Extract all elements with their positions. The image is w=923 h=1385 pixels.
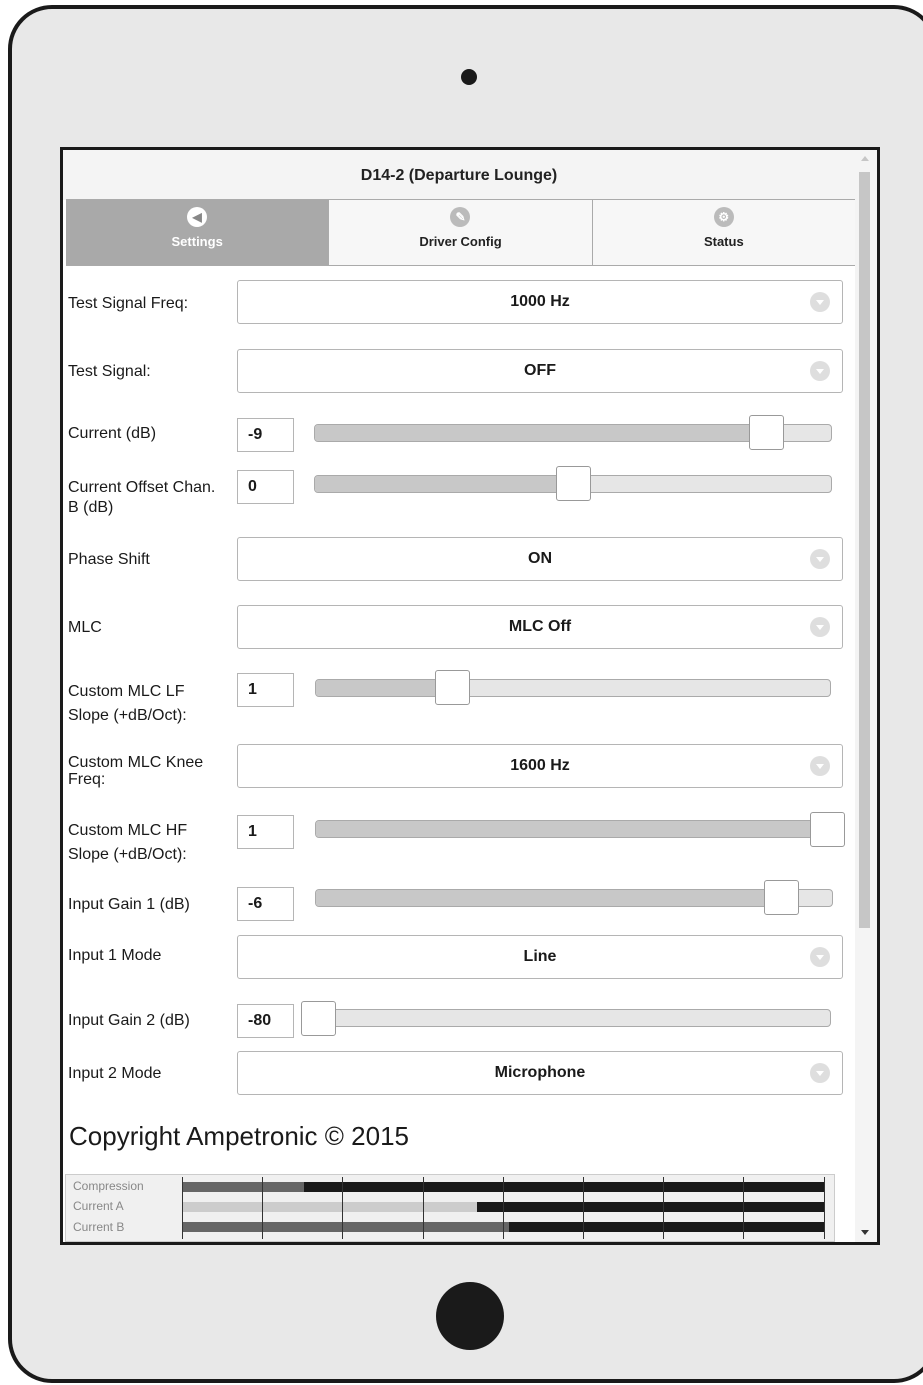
tab-bar: ◀ Settings ✎ Driver Config ⚙ Status — [66, 199, 855, 266]
test-signal-freq-select[interactable]: 1000 Hz — [237, 280, 843, 324]
meter-tick — [583, 1177, 584, 1239]
mlc-value: MLC Off — [508, 618, 572, 635]
chevron-down-icon — [810, 361, 830, 381]
custom-mlc-hf-slider-fill — [316, 821, 812, 837]
mlc-select[interactable]: MLC Off — [237, 605, 843, 649]
tab-status-label: Status — [703, 234, 744, 249]
test-signal-freq-label: Test Signal Freq: — [68, 295, 189, 312]
custom-mlc-lf-label: Custom MLC LF Slope (+dB/Oct): — [68, 683, 187, 724]
scroll-down-icon[interactable] — [861, 1230, 869, 1235]
current-slider-handle[interactable] — [748, 415, 784, 450]
meter-tick — [182, 1177, 183, 1239]
input-1-mode-label: Input 1 Mode — [68, 947, 162, 964]
meter-tick — [502, 1177, 504, 1239]
meter-tick — [823, 1177, 825, 1239]
chevron-down-icon — [810, 1063, 830, 1083]
tab-status[interactable]: ⚙ Status — [591, 200, 855, 265]
camera-dot — [461, 69, 477, 85]
custom-mlc-knee-label: Custom MLC Knee Freq: — [68, 754, 204, 788]
home-button[interactable] — [436, 1282, 504, 1350]
current-offset-label: Current Offset Chan. B (dB) — [68, 479, 216, 516]
scrollbar-thumb[interactable] — [859, 172, 870, 928]
tab-settings[interactable]: ◀ Settings — [66, 200, 329, 265]
current-offset-slider-fill — [315, 476, 557, 492]
test-signal-freq-value: 1000 Hz — [510, 293, 570, 310]
meter-compression-fill — [182, 1182, 304, 1192]
custom-mlc-hf-label: Custom MLC HF Slope (+dB/Oct): — [68, 822, 188, 863]
copyright-text: Copyright Ampetronic © 2015 — [69, 1121, 410, 1151]
meter-label-current-a: Current A — [73, 1199, 124, 1213]
page-title: D14-2 (Departure Lounge) — [63, 150, 855, 200]
input-gain-1-slider-fill — [316, 890, 766, 906]
custom-mlc-lf-value-box[interactable]: 1 — [237, 673, 294, 707]
current-slider-fill — [315, 425, 750, 441]
current-label: Current (dB) — [68, 425, 157, 442]
input-gain-2-label: Input Gain 2 (dB) — [68, 1012, 190, 1029]
input-1-mode-select[interactable]: Line — [237, 935, 843, 979]
meter-current-b-fill — [182, 1222, 510, 1232]
custom-mlc-hf-slider-handle[interactable] — [810, 812, 846, 847]
input-gain-2-value-box[interactable]: -80 — [237, 1004, 294, 1038]
meter-tick — [663, 1177, 665, 1239]
level-meters: Compression Current A Current B — [65, 1174, 835, 1242]
test-signal-label: Test Signal: — [68, 363, 151, 380]
tab-driver-config[interactable]: ✎ Driver Config — [328, 200, 592, 265]
input-gain-1-value-box[interactable]: -6 — [237, 887, 294, 921]
current-value-box[interactable]: -9 — [237, 418, 294, 452]
tab-driver-config-label: Driver Config — [419, 234, 502, 249]
phase-shift-label: Phase Shift — [68, 551, 150, 568]
custom-mlc-lf-slider[interactable] — [315, 679, 831, 697]
custom-mlc-lf-slider-fill — [316, 680, 437, 696]
current-offset-value-box[interactable]: 0 — [237, 470, 294, 504]
gear-icon: ⚙ — [713, 207, 734, 227]
input-gain-1-slider[interactable] — [315, 889, 833, 907]
custom-mlc-knee-select[interactable]: 1600 Hz — [237, 744, 843, 788]
meter-label-current-b: Current B — [73, 1220, 125, 1234]
phase-shift-value: ON — [528, 550, 552, 567]
current-offset-slider-handle[interactable] — [555, 466, 591, 501]
input-gain-1-label: Input Gain 1 (dB) — [68, 896, 190, 913]
vertical-scrollbar[interactable] — [855, 150, 877, 1242]
pencil-icon: ✎ — [450, 207, 471, 227]
chevron-down-icon — [810, 549, 830, 569]
phase-shift-select[interactable]: ON — [237, 537, 843, 581]
input-1-mode-value: Line — [523, 948, 557, 965]
chevron-down-icon — [810, 617, 830, 637]
meter-tick — [743, 1177, 745, 1239]
speaker-icon: ◀ — [187, 207, 208, 227]
input-2-mode-value: Microphone — [494, 1064, 586, 1081]
custom-mlc-hf-slider[interactable] — [315, 820, 833, 838]
input-2-mode-select[interactable]: Microphone — [237, 1051, 843, 1095]
chevron-down-icon — [810, 947, 830, 967]
mlc-label: MLC — [68, 619, 102, 636]
meter-tick — [342, 1177, 344, 1239]
meter-label-compression: Compression — [73, 1179, 144, 1193]
custom-mlc-lf-slider-handle[interactable] — [435, 670, 471, 705]
chevron-down-icon — [810, 292, 830, 312]
test-signal-value: OFF — [524, 362, 556, 379]
tab-settings-label: Settings — [171, 234, 223, 249]
custom-mlc-knee-value: 1600 Hz — [510, 757, 570, 774]
test-signal-select[interactable]: OFF — [237, 349, 843, 393]
custom-mlc-hf-value-box[interactable]: 1 — [237, 815, 294, 849]
input-gain-1-slider-handle[interactable] — [764, 880, 800, 915]
meter-tick — [262, 1177, 264, 1239]
chevron-down-icon — [810, 756, 830, 776]
meter-tick — [422, 1177, 424, 1239]
input-gain-2-slider-handle[interactable] — [301, 1001, 336, 1036]
meter-current-a-fill — [182, 1202, 478, 1212]
input-gain-2-slider[interactable] — [301, 1009, 831, 1027]
input-2-mode-label: Input 2 Mode — [68, 1065, 162, 1082]
app-screen: D14-2 (Departure Lounge) ◀ Settings ✎ Dr… — [60, 147, 880, 1245]
scroll-up-icon[interactable] — [861, 156, 869, 161]
